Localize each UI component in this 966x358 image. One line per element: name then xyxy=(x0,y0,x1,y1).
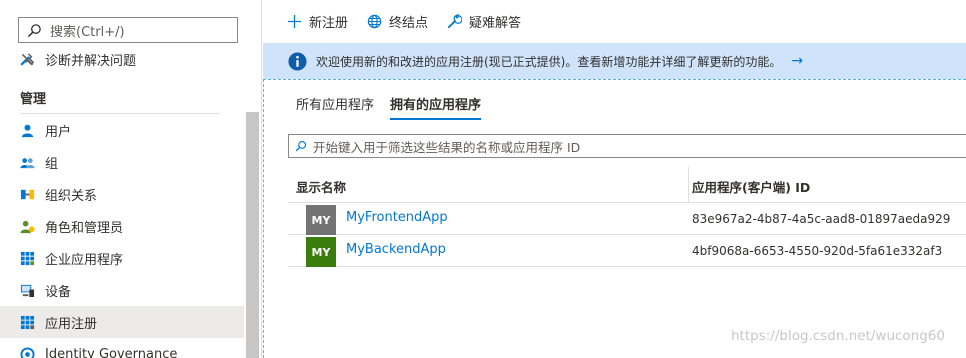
sidebar-item-identity-governance[interactable]: Identity Governance xyxy=(0,338,244,358)
user-icon xyxy=(21,124,34,137)
roles-admins-icon xyxy=(20,220,35,233)
endpoints-label: 终结点 xyxy=(389,16,429,31)
sidebar-item-org-relationships[interactable]: 组织关系 xyxy=(0,178,244,210)
app-avatar: MY xyxy=(306,205,336,235)
troubleshoot-button[interactable]: 疑难解答 xyxy=(447,7,521,37)
sidebar-item-groups[interactable]: 组 xyxy=(0,146,244,178)
app-client-id: 83e967a2-4b87-4a5c-aad8-01897aeda929 xyxy=(692,212,951,226)
sidebar-item-label: 设备 xyxy=(45,284,72,300)
left-navigation-blade: 搜索(Ctrl+/) « 诊断并解决问题 管理 用户 组 xyxy=(0,0,262,358)
watermark-text: https://blog.csdn.net/wucong60 xyxy=(731,328,945,344)
app-name-link[interactable]: MyFrontendApp xyxy=(346,210,448,225)
sidebar-item-label: 应用注册 xyxy=(45,316,98,332)
sidebar-search-input[interactable]: 搜索(Ctrl+/) xyxy=(18,17,238,43)
filter-input[interactable]: 开始键入用于筛选这些结果的名称或应用程序 ID xyxy=(288,134,966,158)
app-avatar: MY xyxy=(306,237,336,267)
devices-icon xyxy=(20,284,35,297)
content-pane: 所有应用程序 拥有的应用程序 开始键入用于筛选这些结果的名称或应用程序 ID 显… xyxy=(263,79,966,358)
new-registration-label: 新注册 xyxy=(309,16,349,31)
info-banner-text: 欢迎使用新的和改进的应用注册(现已正式提供)。查看新增功能并详细了解更新的功能。 xyxy=(316,54,782,69)
sidebar-item-label: Identity Governance xyxy=(45,346,178,358)
column-separator xyxy=(688,167,689,203)
app-registrations-blade: 新注册 终结点 疑难解答 欢迎使用新的和改进的应用注册(现已正式提供)。查看新增… xyxy=(263,0,966,358)
table-row[interactable]: MY MyFrontendApp 83e967a2-4b87-4a5c-aad8… xyxy=(288,203,966,235)
tab-owned-applications[interactable]: 拥有的应用程序 xyxy=(390,94,482,120)
sidebar-item-label: 组织关系 xyxy=(45,188,98,204)
app-client-id: 4bf9068a-6653-4550-920d-5fa61e332af3 xyxy=(692,244,943,258)
tab-all-applications[interactable]: 所有应用程序 xyxy=(296,94,374,120)
group-icon xyxy=(20,157,35,168)
sidebar-search-placeholder: 搜索(Ctrl+/) xyxy=(50,24,125,40)
app-registrations-icon xyxy=(20,315,35,329)
search-icon xyxy=(27,23,41,37)
sidebar-item-label: 诊断并解决问题 xyxy=(45,53,137,69)
troubleshoot-label: 疑难解答 xyxy=(469,16,522,31)
sidebar-item-label: 企业应用程序 xyxy=(45,252,124,268)
app-tabs: 所有应用程序 拥有的应用程序 xyxy=(296,94,497,120)
column-header-app-id[interactable]: 应用程序(客户端) ID xyxy=(692,177,810,196)
sidebar-item-roles-admins[interactable]: 角色和管理员 xyxy=(0,210,244,242)
applications-table: 显示名称 应用程序(客户端) ID MY MyFrontendApp 83e96… xyxy=(288,167,966,267)
enterprise-apps-icon xyxy=(20,251,35,265)
sidebar-item-diagnose[interactable]: 诊断并解决问题 xyxy=(20,48,136,70)
sidebar-item-devices[interactable]: 设备 xyxy=(0,274,244,306)
table-row[interactable]: MY MyBackendApp 4bf9068a-6653-4550-920d-… xyxy=(288,235,966,267)
info-banner[interactable]: 欢迎使用新的和改进的应用注册(现已正式提供)。查看新增功能并详细了解更新的功能。… xyxy=(263,43,966,79)
sidebar-item-enterprise-apps[interactable]: 企业应用程序 xyxy=(0,242,244,274)
sidebar-section-title: 管理 xyxy=(20,92,47,107)
wrench-icon xyxy=(447,14,463,29)
column-header-display-name[interactable]: 显示名称 xyxy=(296,177,346,196)
sidebar-scrollbar-thumb[interactable] xyxy=(246,112,259,358)
endpoints-button[interactable]: 终结点 xyxy=(367,7,428,37)
org-relationship-icon xyxy=(20,189,35,199)
sidebar-item-label: 角色和管理员 xyxy=(45,220,124,236)
new-registration-button[interactable]: 新注册 xyxy=(287,7,348,37)
identity-governance-icon xyxy=(20,346,35,358)
command-bar: 新注册 终结点 疑难解答 xyxy=(263,0,966,44)
app-name-link[interactable]: MyBackendApp xyxy=(346,242,446,257)
table-header: 显示名称 应用程序(客户端) ID xyxy=(288,167,966,203)
info-icon xyxy=(288,51,307,71)
filter-placeholder: 开始键入用于筛选这些结果的名称或应用程序 ID xyxy=(313,139,581,155)
arrow-right-icon[interactable]: → xyxy=(791,53,803,69)
sidebar-item-app-registrations[interactable]: 应用注册 xyxy=(0,306,244,338)
sidebar-item-users[interactable]: 用户 xyxy=(0,114,244,146)
plus-icon xyxy=(287,14,302,29)
globe-icon xyxy=(367,14,382,29)
wrench-icon xyxy=(20,52,35,65)
sidebar-item-label: 用户 xyxy=(45,124,72,140)
sidebar-item-label: 组 xyxy=(45,156,59,172)
search-icon xyxy=(295,140,307,152)
